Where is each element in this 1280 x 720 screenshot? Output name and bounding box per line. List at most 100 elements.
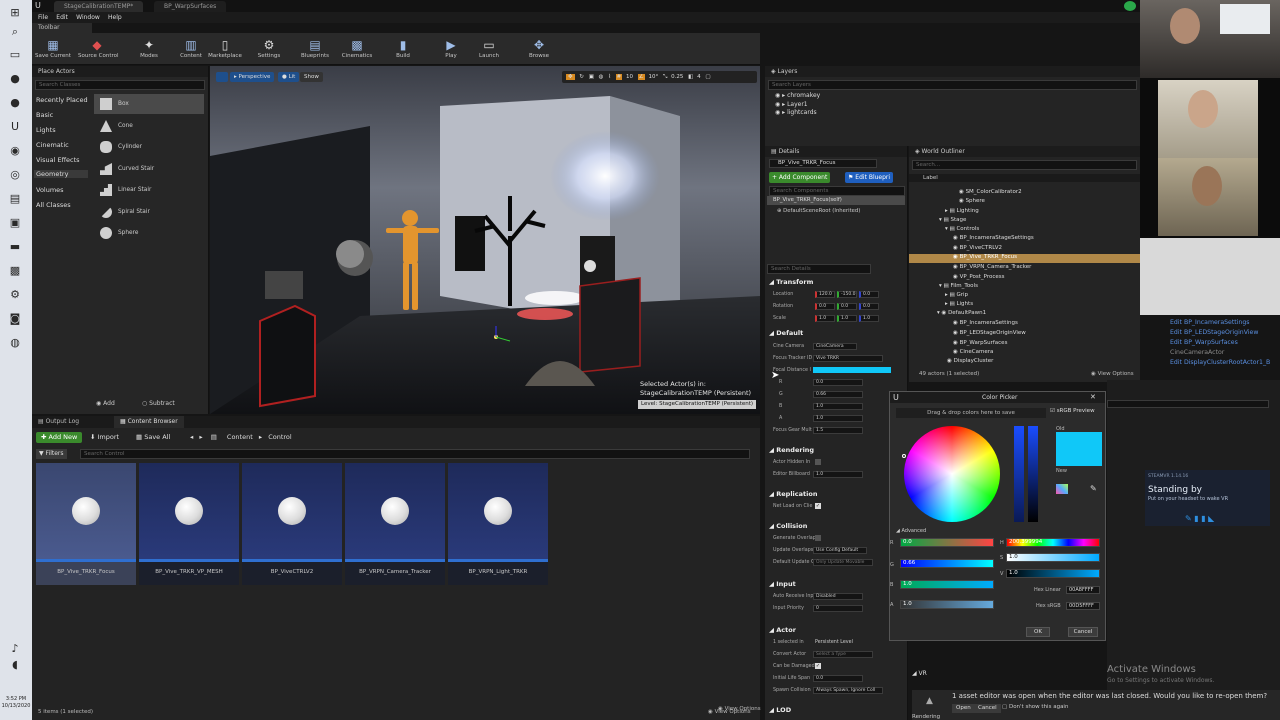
steamvr-status-window[interactable]: STEAMVR 1.14.16 Standing by Put on your … xyxy=(1145,470,1270,526)
app-icon-1[interactable]: ● xyxy=(7,70,23,86)
section-actor[interactable]: ◢ Actor xyxy=(769,626,796,634)
color-wheel-cursor[interactable] xyxy=(902,454,906,458)
category-lights[interactable]: Lights xyxy=(36,126,56,134)
input-priority-field[interactable]: 0 xyxy=(813,605,863,612)
outliner-item[interactable]: ▾ ◉ DefaultPawn1 xyxy=(937,310,986,316)
cine-camera-select[interactable]: CineCamera xyxy=(813,343,857,350)
taskbar-clock[interactable]: 3:52 PM 10/13/2020 xyxy=(0,696,32,710)
actor-name-input[interactable]: BP_Vive_TRKR_Focus xyxy=(769,159,877,168)
source-control-button[interactable]: ◆ Source Control xyxy=(78,35,119,65)
saved-colors-dropzone[interactable]: Drag & drop colors here to save xyxy=(896,408,1046,418)
category-volumes[interactable]: Volumes xyxy=(36,186,64,194)
color-v-slider[interactable]: 1.0 xyxy=(1006,569,1100,578)
category-basic[interactable]: Basic xyxy=(36,111,53,119)
color-b-slider[interactable]: 1.0 xyxy=(900,580,994,589)
location-x-field[interactable]: 120.0 xyxy=(815,291,835,298)
default-update-select[interactable]: Only Update Movable xyxy=(813,559,873,566)
scale-y-field[interactable]: 1.0 xyxy=(837,315,857,322)
blueprints-button[interactable]: ▤ Blueprints xyxy=(296,35,334,65)
surface-snap-icon[interactable]: ⌇ xyxy=(608,74,611,80)
viewport-options-button[interactable] xyxy=(216,72,228,82)
focus-gear-field[interactable]: 1.5 xyxy=(813,427,863,434)
menu-edit[interactable]: Edit xyxy=(56,12,68,23)
net-load-checkbox[interactable]: ✓ xyxy=(815,503,821,509)
outliner-folder[interactable]: ▾ ▤ Stage xyxy=(939,217,966,223)
marketplace-button[interactable]: ▯ Marketplace xyxy=(206,35,244,65)
world-icon[interactable]: ◍ xyxy=(599,74,604,80)
cancel-button[interactable]: Cancel xyxy=(1068,627,1098,637)
lit-mode-button[interactable]: ● Lit xyxy=(278,72,300,82)
actor-item-spiral-stair[interactable]: Spiral Stair xyxy=(94,202,204,222)
search-icon[interactable]: ⌕ xyxy=(7,24,23,40)
actor-item-sphere[interactable]: Sphere xyxy=(94,223,204,243)
subtract-mode-radio[interactable]: ○ Subtract xyxy=(142,400,175,407)
search-outliner-input[interactable]: Search... xyxy=(912,160,1137,170)
mic-icon[interactable]: ♪ xyxy=(7,640,23,656)
asset-tile[interactable]: BP_Vive_TRKR_VP_MESH xyxy=(139,463,239,585)
content-button[interactable]: ▥ Content xyxy=(172,35,210,65)
rotation-x-field[interactable]: 0.0 xyxy=(815,303,835,310)
grid-snap-icon[interactable]: # xyxy=(615,74,623,80)
color-b-field[interactable]: 1.0 xyxy=(813,403,863,410)
color-a-slider[interactable]: 1.0 xyxy=(900,600,994,609)
rotate-icon[interactable]: ↻ xyxy=(579,74,584,80)
app-icon-6[interactable]: ◍ xyxy=(7,334,23,350)
browse-button[interactable]: ✥ Browse xyxy=(520,35,558,65)
eyedropper-icon[interactable]: ✎ xyxy=(1090,484,1097,493)
filters-button[interactable]: ▼ Filters xyxy=(36,449,67,459)
edit-link[interactable]: Edit BP_WarpSurfaces xyxy=(1170,338,1280,348)
search-layers-input[interactable]: Search Layers xyxy=(768,80,1137,90)
camera-speed-value[interactable]: 4 xyxy=(697,74,701,80)
modes-button[interactable]: ✦ Modes xyxy=(130,35,168,65)
task-view-icon[interactable]: ▭ xyxy=(7,46,23,62)
component-self-row[interactable]: BP_Vive_TRKR_Focus(self) xyxy=(767,196,905,205)
color-theme-icon[interactable] xyxy=(1056,484,1068,494)
actor-item-cone[interactable]: Cone xyxy=(94,116,204,136)
edit-link[interactable]: Edit BP_IncameraSettings xyxy=(1170,318,1280,328)
search-details-input[interactable]: Search Details xyxy=(767,264,871,274)
actor-item-curved-stair[interactable]: Curved Stair xyxy=(94,159,204,179)
outliner-view-options-button[interactable]: ◉ View Options xyxy=(1091,371,1134,377)
color-s-slider[interactable]: 1.0 xyxy=(1006,553,1100,562)
translate-icon[interactable]: ✥ xyxy=(566,74,575,80)
color-r-field[interactable]: 0.0 xyxy=(813,379,863,386)
tab-stagecalibration[interactable]: StageCalibrationTEMP* xyxy=(54,1,144,12)
component-root-row[interactable]: ⊕ DefaultSceneRoot (Inherited) xyxy=(777,208,860,214)
section-replication[interactable]: ◢ Replication xyxy=(769,490,817,498)
initial-life-span-field[interactable]: 0.0 xyxy=(813,675,863,682)
back-icon[interactable]: ◂ xyxy=(190,433,193,441)
breadcrumb-control[interactable]: Control xyxy=(268,433,292,441)
outliner-item[interactable]: ◉ BP_VRPN_Camera_Tracker xyxy=(953,264,1031,270)
editor-billboard-field[interactable]: 1.0 xyxy=(813,471,863,478)
location-z-field[interactable]: 0.0 xyxy=(859,291,879,298)
asset-tile[interactable]: BP_Vive_TRKR_Focus xyxy=(36,463,136,585)
chrome-icon[interactable]: ◎ xyxy=(7,166,23,182)
app-icon-4[interactable]: ▣ xyxy=(7,214,23,230)
saturation-slider[interactable] xyxy=(1014,426,1024,522)
color-g-slider[interactable]: 0.66 xyxy=(900,559,994,568)
outliner-folder[interactable]: ▸ ▤ Lighting xyxy=(945,208,979,214)
scale-snap-value[interactable]: 0.25 xyxy=(671,74,683,80)
edit-blueprint-button[interactable]: ⚑ Edit Bluepri xyxy=(845,172,894,183)
rotation-snap-value[interactable]: 10° xyxy=(648,74,658,80)
tab-output-log[interactable]: ▤ Output Log xyxy=(38,418,79,425)
asset-tile[interactable]: BP_ViveCTRLV2 xyxy=(242,463,342,585)
import-button[interactable]: ⬇ Import xyxy=(90,433,119,441)
layers-title[interactable]: ◈ Layers xyxy=(765,66,1140,77)
auto-receive-select[interactable]: Disabled xyxy=(813,593,863,600)
edit-link[interactable]: Edit BP_LEDStageOriginView xyxy=(1170,328,1280,338)
color-a-field[interactable]: 1.0 xyxy=(813,415,863,422)
scale-z-field[interactable]: 1.0 xyxy=(859,315,879,322)
category-recently-placed[interactable]: Recently Placed xyxy=(36,96,88,104)
perspective-button[interactable]: ▸ Perspective xyxy=(230,72,275,82)
secondary-search-input[interactable] xyxy=(1107,400,1269,408)
place-actors-title[interactable]: Place Actors xyxy=(32,66,208,77)
color-g-field[interactable]: 0.66 xyxy=(813,391,863,398)
outliner-item[interactable]: ◉ SM_ColorCalibrator2 xyxy=(959,189,1022,195)
outliner-item-selected[interactable]: ◉ BP_Vive_TRKR_Focus xyxy=(909,254,1140,263)
search-components-input[interactable]: Search Components xyxy=(769,186,905,196)
zoom-icon[interactable]: ◙ xyxy=(7,310,23,326)
menu-window[interactable]: Window xyxy=(76,12,100,23)
add-component-button[interactable]: + Add Component xyxy=(769,172,831,183)
tab-content-browser[interactable]: ▦ Content Browser xyxy=(114,416,184,428)
